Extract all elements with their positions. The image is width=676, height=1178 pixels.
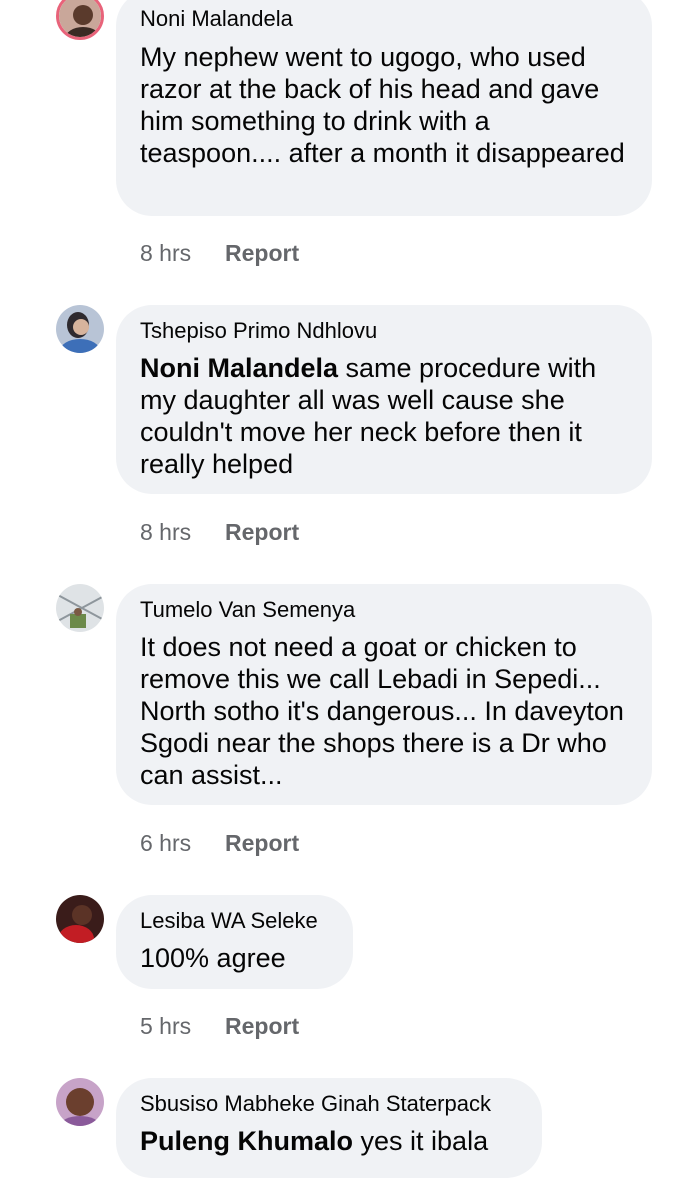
report-link[interactable]: Report [225, 519, 299, 545]
comment-bubble: Tumelo Van Semenya It does not need a go… [116, 584, 652, 805]
comment-text: It does not need a goat or chicken to re… [140, 632, 624, 790]
comment-meta: 5 hrs Report [140, 1012, 299, 1040]
avatar[interactable] [56, 305, 104, 353]
comment-meta: 8 hrs Report [140, 518, 299, 546]
comment-author[interactable]: Tshepiso Primo Ndhlovu [140, 318, 377, 344]
avatar[interactable] [56, 0, 104, 40]
comment-author[interactable]: Tumelo Van Semenya [140, 597, 355, 623]
report-link[interactable]: Report [225, 830, 299, 856]
comment-bubble: Sbusiso Mabheke Ginah Staterpack Puleng … [116, 1078, 542, 1178]
comment-meta: 8 hrs Report [140, 239, 299, 267]
avatar[interactable] [56, 895, 104, 943]
comment-bubble: Lesiba WA Seleke 100% agree [116, 895, 353, 989]
comment-bubble: Noni Malandela My nephew went to ugogo, … [116, 0, 652, 216]
comment-bubble: Tshepiso Primo Ndhlovu Noni Malandela sa… [116, 305, 652, 494]
comment-body: yes it ibala [353, 1126, 489, 1156]
comment-time[interactable]: 8 hrs [140, 518, 225, 546]
comment-author[interactable]: Noni Malandela [140, 6, 293, 32]
comment-author[interactable]: Lesiba WA Seleke [140, 908, 318, 934]
comment-text: My nephew went to ugogo, who used razor … [140, 42, 625, 168]
avatar[interactable] [56, 1078, 104, 1126]
report-link[interactable]: Report [225, 240, 299, 266]
comment-text: Noni Malandela same procedure with my da… [140, 352, 620, 480]
mention-link[interactable]: Noni Malandela [140, 353, 338, 383]
comment-time[interactable]: 5 hrs [140, 1012, 225, 1040]
mention-link[interactable]: Puleng Khumalo [140, 1126, 353, 1156]
comment-text: 100% agree [140, 943, 286, 973]
comment-text: Puleng Khumalo yes it ibala [140, 1125, 530, 1157]
comment-time[interactable]: 6 hrs [140, 829, 225, 857]
report-link[interactable]: Report [225, 1013, 299, 1039]
avatar[interactable] [56, 584, 104, 632]
comment-author[interactable]: Sbusiso Mabheke Ginah Staterpack [140, 1091, 491, 1117]
comment-time[interactable]: 8 hrs [140, 239, 225, 267]
comment-meta: 6 hrs Report [140, 829, 299, 857]
